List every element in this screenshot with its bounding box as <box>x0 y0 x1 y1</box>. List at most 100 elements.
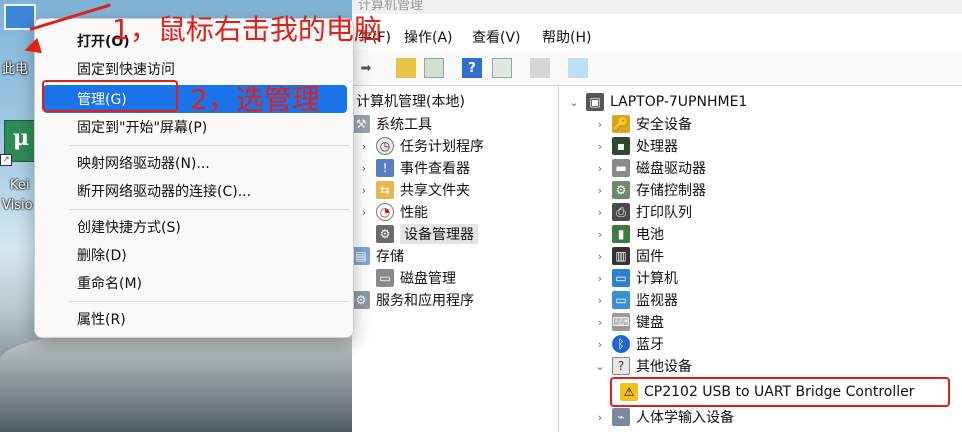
chevron-right-icon[interactable]: › <box>594 118 606 131</box>
event-log-icon: ! <box>376 159 394 177</box>
clock-icon: ◷ <box>376 137 394 155</box>
menu-separator <box>69 301 349 302</box>
cp2102-highlight-box <box>610 377 950 407</box>
tree-computer-root[interactable]: ⌄ ▣ LAPTOP-7UPNHME1 <box>568 91 747 113</box>
device-category-bluetooth[interactable]: › ᛒ 蓝牙 <box>594 333 664 355</box>
tree-event-viewer[interactable]: › ! 事件查看器 <box>358 157 470 179</box>
security-device-icon: 🔑 <box>612 115 630 133</box>
device-category-label: 人体学输入设备 <box>636 410 734 426</box>
menu-separator <box>69 145 349 146</box>
chevron-right-icon[interactable]: › <box>594 411 606 424</box>
menu-rename[interactable]: 重命名(M) <box>35 269 355 297</box>
chevron-right-icon[interactable]: › <box>594 206 606 219</box>
chevron-right-icon[interactable]: › <box>594 228 606 241</box>
menu-action[interactable]: 操作(A) <box>404 27 453 47</box>
show-hide-tree-icon[interactable] <box>424 58 444 78</box>
chevron-right-icon[interactable]: › <box>358 206 370 219</box>
device-category-hid[interactable]: › ⌁ 人体学输入设备 <box>594 406 734 428</box>
chevron-right-icon[interactable]: › <box>594 140 606 153</box>
device-category-other[interactable]: ⌄ ? 其他设备 <box>594 355 692 377</box>
toolbar: ➡ ? <box>352 50 962 86</box>
menu-separator <box>69 209 349 210</box>
chevron-right-icon[interactable]: › <box>594 338 606 351</box>
chevron-right-icon[interactable]: › <box>358 162 370 175</box>
chevron-right-icon[interactable]: › <box>358 184 370 197</box>
properties-icon[interactable] <box>530 58 550 78</box>
menu-help[interactable]: 帮助(H) <box>542 27 591 47</box>
menu-properties[interactable]: 属性(R) <box>35 305 355 333</box>
chevron-right-icon[interactable]: › <box>594 272 606 285</box>
tree-device-manager[interactable]: ⚙ 设备管理器 <box>376 223 478 245</box>
tree-storage[interactable]: ▤ 存储 <box>352 245 404 267</box>
tree-performance[interactable]: › ◔ 性能 <box>358 201 428 223</box>
tree-disk-management[interactable]: ▭ 磁盘管理 <box>376 267 456 289</box>
device-category-security[interactable]: › 🔑 安全设备 <box>594 113 692 135</box>
device-category-label: 打印队列 <box>636 205 692 221</box>
hid-icon: ⌁ <box>612 408 630 426</box>
keil-label-line2[interactable]: Visio <box>2 198 33 213</box>
device-manager-icon: ⚙ <box>376 225 394 243</box>
keil-label-line1[interactable]: Kei <box>10 178 30 193</box>
context-menu: 打开(O) 固定到快速访问 管理(G) 固定到"开始"屏幕(P) 映射网络驱动器… <box>34 18 354 338</box>
chevron-right-icon[interactable]: › <box>594 184 606 197</box>
up-folder-icon[interactable] <box>396 58 416 78</box>
chevron-right-icon[interactable]: › <box>594 162 606 175</box>
scan-hardware-icon[interactable] <box>568 58 588 78</box>
menu-disconnect-drive[interactable]: 断开网络驱动器的连接(C)... <box>35 177 355 205</box>
navigation-tree: 计算机管理(本地) ⚒ 系统工具 › ◷ 任务计划程序 › ! 事件查看器 › … <box>352 86 559 432</box>
firmware-icon: ▥ <box>612 247 630 265</box>
device-category-print-queue[interactable]: › ⎙ 打印队列 <box>594 201 692 223</box>
shortcut-arrow-icon: ↗ <box>0 154 12 166</box>
menu-delete[interactable]: 删除(D) <box>35 241 355 269</box>
computer-management-window: 计算机管理 牛(F) 操作(A) 查看(V) 帮助(H) ➡ ? 计算机管理(本… <box>352 0 962 432</box>
forward-arrow-icon[interactable]: ➡ <box>356 58 376 78</box>
disk-icon: ▭ <box>376 269 394 287</box>
device-category-label: 固件 <box>636 249 664 265</box>
device-category-battery[interactable]: › ▮ 电池 <box>594 223 664 245</box>
this-pc-label[interactable]: 此电 <box>2 58 28 77</box>
chevron-right-icon[interactable]: › <box>594 316 606 329</box>
this-pc-icon[interactable] <box>4 4 36 30</box>
device-category-firmware[interactable]: › ▥ 固件 <box>594 245 664 267</box>
device-category-keyboard[interactable]: › ⌨ 键盘 <box>594 311 664 333</box>
computer-name-label: LAPTOP-7UPNHME1 <box>610 94 748 110</box>
device-category-label: 磁盘驱动器 <box>636 161 706 177</box>
device-category-processor[interactable]: › ▪ 处理器 <box>594 135 678 157</box>
unknown-device-icon: ? <box>612 357 630 375</box>
chevron-right-icon[interactable]: › <box>358 140 370 153</box>
help-icon[interactable]: ? <box>462 58 482 78</box>
tree-storage-label: 存储 <box>376 249 404 265</box>
tree-shared-folders-label: 共享文件夹 <box>400 183 470 199</box>
tree-system-tools-label: 系统工具 <box>376 117 432 133</box>
processor-icon: ▪ <box>612 137 630 155</box>
monitor-computer-icon: ▭ <box>612 269 630 287</box>
device-category-monitor[interactable]: › ▭ 监视器 <box>594 289 678 311</box>
tree-root[interactable]: 计算机管理(本地) <box>356 90 465 112</box>
device-category-label: 监视器 <box>636 293 678 309</box>
menu-map-drive[interactable]: 映射网络驱动器(N)... <box>35 149 355 177</box>
menu-create-shortcut[interactable]: 创建快捷方式(S) <box>35 213 355 241</box>
chevron-right-icon[interactable]: › <box>594 250 606 263</box>
chevron-down-icon[interactable]: ⌄ <box>594 360 606 373</box>
tree-task-scheduler[interactable]: › ◷ 任务计划程序 <box>358 135 484 157</box>
battery-icon: ▮ <box>612 225 630 243</box>
annotation-step2: 2，选管理 <box>190 83 320 116</box>
chevron-right-icon[interactable]: › <box>594 294 606 307</box>
device-category-disk[interactable]: › ▬ 磁盘驱动器 <box>594 157 706 179</box>
device-category-label: 计算机 <box>636 271 678 287</box>
menu-bar: 牛(F) 操作(A) 查看(V) 帮助(H) <box>352 22 962 50</box>
computer-icon: ▣ <box>586 93 604 111</box>
tree-services-apps[interactable]: ⚙ 服务和应用程序 <box>352 289 474 311</box>
tree-device-manager-label: 设备管理器 <box>400 224 478 244</box>
chevron-down-icon[interactable]: ⌄ <box>568 96 580 109</box>
menu-view[interactable]: 查看(V) <box>472 27 521 47</box>
device-category-computer[interactable]: › ▭ 计算机 <box>594 267 678 289</box>
manage-highlight-box <box>42 80 178 112</box>
action-pane-icon[interactable] <box>492 58 512 78</box>
device-category-label: 其他设备 <box>636 359 692 375</box>
device-category-storage-controller[interactable]: › ⚙ 存储控制器 <box>594 179 706 201</box>
bluetooth-icon: ᛒ <box>612 335 630 353</box>
tree-shared-folders[interactable]: › ⇆ 共享文件夹 <box>358 179 470 201</box>
tree-system-tools[interactable]: ⚒ 系统工具 <box>352 113 432 135</box>
keil-glyph: μ <box>13 125 30 151</box>
